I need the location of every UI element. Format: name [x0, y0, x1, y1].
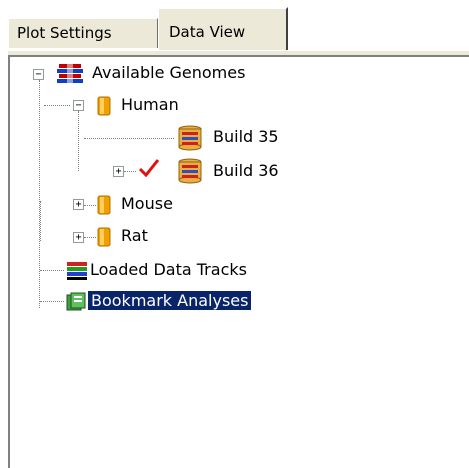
- data-view-panel: Plot Settings Data View − − + + + Availa…: [0, 0, 469, 468]
- genome-icon: [55, 63, 85, 89]
- collapse-human-toggle[interactable]: −: [73, 100, 84, 111]
- expand-build36-toggle[interactable]: +: [113, 166, 124, 177]
- tree-line-human: [78, 111, 79, 171]
- folder-icon: [97, 95, 111, 121]
- folder-icon: [97, 194, 111, 220]
- tree-line: [84, 138, 174, 139]
- tree-item-label: Build 35: [213, 127, 279, 146]
- tree-item-rat[interactable]: Rat: [121, 225, 148, 247]
- tree-line: [84, 237, 96, 238]
- tab-strip: Plot Settings Data View: [0, 0, 469, 50]
- tab-data-view[interactable]: Data View: [158, 7, 288, 50]
- tracks-icon: [66, 261, 88, 285]
- tree-line-root: [39, 80, 40, 308]
- tree-item-label: Human: [121, 95, 179, 114]
- tree-item-available-genomes[interactable]: Available Genomes: [92, 62, 245, 84]
- tree-item-label: Bookmark Analyses: [88, 291, 252, 310]
- tree-item-mouse[interactable]: Mouse: [121, 193, 173, 215]
- expand-mouse-toggle[interactable]: +: [73, 199, 84, 210]
- tree-line: [44, 105, 70, 106]
- tree-item-label: Mouse: [121, 194, 173, 213]
- tree-item-label: Loaded Data Tracks: [90, 260, 247, 279]
- tree-item-human[interactable]: Human: [121, 94, 179, 116]
- tree-line: [40, 201, 41, 241]
- tree-item-label: Rat: [121, 226, 148, 245]
- tree-line: [124, 171, 136, 172]
- tab-data-view-label: Data View: [169, 23, 246, 41]
- bookmark-icon: [66, 292, 88, 316]
- tree-line: [40, 270, 64, 271]
- tab-plot-settings[interactable]: Plot Settings: [8, 18, 158, 48]
- tree-item-bookmark-analyses[interactable]: Bookmark Analyses: [88, 290, 252, 312]
- tree-line: [40, 301, 64, 302]
- collapse-root-toggle[interactable]: −: [33, 69, 44, 80]
- tree-line: [84, 205, 96, 206]
- database-icon: [176, 158, 204, 188]
- tree-item-loaded-data-tracks[interactable]: Loaded Data Tracks: [90, 259, 247, 281]
- database-icon: [176, 125, 204, 155]
- check-icon: [138, 158, 160, 182]
- tree-item-build35[interactable]: Build 35: [213, 126, 279, 148]
- tree-item-label: Available Genomes: [92, 63, 246, 82]
- folder-icon: [97, 226, 111, 252]
- tab-plot-settings-label: Plot Settings: [17, 24, 112, 42]
- expand-rat-toggle[interactable]: +: [73, 232, 84, 243]
- tree-item-build36[interactable]: Build 36: [213, 160, 279, 182]
- tree-item-label: Build 36: [213, 161, 279, 180]
